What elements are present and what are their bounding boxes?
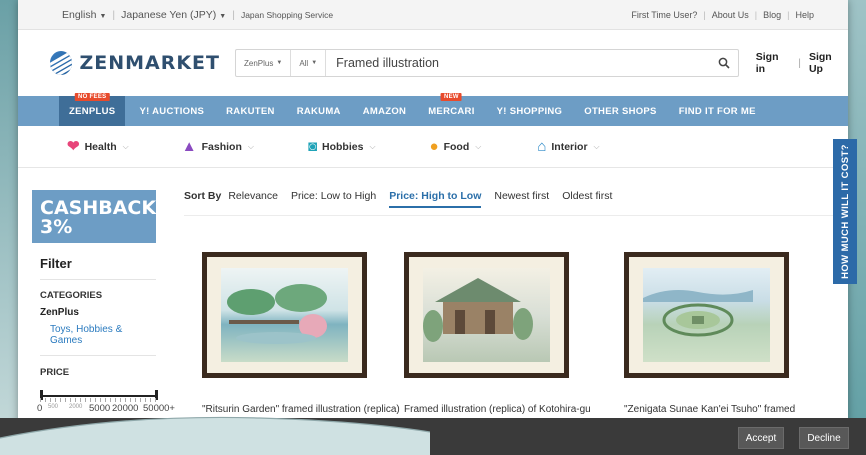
chevron-down-icon: ⌵ bbox=[369, 141, 376, 151]
new-badge: NEW bbox=[440, 93, 462, 101]
nav-rakuten[interactable]: RAKUTEN bbox=[226, 96, 275, 126]
top-links: First Time User? | About Us | Blog | Hel… bbox=[631, 9, 814, 20]
caret-down-icon: ▼ bbox=[219, 12, 227, 20]
category-interior[interactable]: ⌂ Interior ⌵ bbox=[537, 139, 599, 154]
product-image[interactable] bbox=[404, 252, 569, 378]
sort-bar: Sort By Relevance Price: Low to High Pri… bbox=[184, 190, 625, 216]
nav-zenplus[interactable]: NO FEES ZENPLUS bbox=[59, 93, 126, 126]
link-blog[interactable]: Blog bbox=[763, 10, 781, 20]
service-label: Japan Shopping Service bbox=[240, 9, 334, 20]
background-left bbox=[0, 0, 20, 455]
sign-in-link[interactable]: Sign in bbox=[756, 51, 790, 75]
divider bbox=[184, 215, 834, 216]
sort-relevance[interactable]: Relevance bbox=[228, 190, 278, 202]
chevron-down-icon: ⌵ bbox=[593, 141, 600, 151]
sort-oldest[interactable]: Oldest first bbox=[562, 190, 612, 202]
top-bar: English ▼ | Japanese Yen (JPY) ▼ | Japan S… bbox=[18, 0, 848, 30]
heart-icon: ❤ bbox=[67, 138, 80, 155]
header: ZENMARKET ZenPlus▼ All▼ Sign in | Sign U… bbox=[18, 30, 848, 96]
product-image[interactable] bbox=[624, 252, 789, 378]
nav-yahoo-shopping[interactable]: Y! SHOPPING bbox=[497, 96, 563, 126]
category-fashion[interactable]: ▲ Fashion ⌵ bbox=[182, 139, 254, 154]
filter-title: Filter bbox=[40, 256, 156, 280]
nav-find-it-for-me[interactable]: FIND IT FOR ME bbox=[679, 96, 756, 126]
sort-price-low-high[interactable]: Price: Low to High bbox=[291, 190, 376, 202]
product-card[interactable]: "Ritsurin Garden" framed illustration (r… bbox=[202, 252, 400, 415]
product-card[interactable]: Framed illustration (replica) of Kotohir… bbox=[404, 252, 591, 415]
caret-down-icon: ▼ bbox=[99, 12, 107, 20]
house-icon: ⌂ bbox=[537, 138, 547, 155]
nav-other-shops[interactable]: OTHER SHOPS bbox=[584, 96, 656, 126]
sort-newest[interactable]: Newest first bbox=[494, 190, 549, 202]
logo-text: ZENMARKET bbox=[79, 52, 220, 74]
price-label: PRICE bbox=[40, 367, 70, 378]
category-bar: ❤ Health ⌵ ▲ Fashion ⌵ ◙ Hobbies ⌵ ● Food ⌵ … bbox=[18, 126, 848, 168]
product-card[interactable]: "Zenigata Sunae Kan'ei Tsuho" framed bbox=[624, 252, 810, 415]
currency-selector[interactable]: Japanese Yen (JPY) ▼ bbox=[121, 9, 226, 21]
hat-icon: ▲ bbox=[181, 138, 197, 155]
logo[interactable]: ZENMARKET bbox=[50, 51, 220, 75]
page-curl bbox=[0, 416, 430, 455]
main-nav: NO FEES ZENPLUS Y! AUCTIONS RAKUTEN RAKU… bbox=[18, 93, 848, 126]
chevron-down-icon: ⌵ bbox=[122, 141, 129, 151]
product-image[interactable] bbox=[202, 252, 367, 378]
search-icon[interactable] bbox=[710, 57, 738, 69]
search-scope-dropdown[interactable]: ZenPlus ▼ bbox=[236, 50, 292, 76]
caret-down-icon: ▼ bbox=[276, 60, 283, 66]
page: English ▼ | Japanese Yen (JPY) ▼ | Japan S… bbox=[18, 0, 848, 455]
link-about-us[interactable]: About Us bbox=[712, 10, 749, 20]
category-link[interactable]: Toys, Hobbies & Games bbox=[50, 324, 156, 346]
nav-amazon[interactable]: AMAZON bbox=[363, 96, 407, 126]
camera-icon: ◙ bbox=[307, 138, 318, 155]
divider bbox=[40, 355, 156, 356]
search-category-dropdown[interactable]: All ▼ bbox=[291, 50, 327, 76]
nav-yahoo-auctions[interactable]: Y! AUCTIONS bbox=[139, 96, 204, 126]
link-first-time-user[interactable]: First Time User? bbox=[631, 10, 697, 20]
search-bar: ZenPlus ▼ All ▼ bbox=[235, 49, 739, 77]
search-input[interactable] bbox=[326, 56, 710, 70]
sort-label: Sort By bbox=[184, 190, 222, 202]
logo-icon bbox=[50, 51, 73, 75]
category-hobbies[interactable]: ◙ Hobbies ⌵ bbox=[308, 139, 376, 154]
sign-up-link[interactable]: Sign Up bbox=[809, 51, 848, 75]
category-health[interactable]: ❤ Health ⌵ bbox=[67, 139, 129, 154]
chevron-down-icon: ⌵ bbox=[475, 141, 482, 151]
food-icon: ● bbox=[429, 138, 439, 155]
language-selector[interactable]: English ▼ bbox=[62, 9, 106, 21]
product-title[interactable]: "Zenigata Sunae Kan'ei Tsuho" framed bbox=[624, 404, 810, 415]
category-group[interactable]: ZenPlus bbox=[40, 307, 156, 318]
auth-links: Sign in | Sign Up bbox=[756, 51, 848, 75]
slider-track bbox=[40, 395, 158, 397]
caret-down-icon: ▼ bbox=[311, 60, 318, 66]
cashback-banner[interactable]: CASHBACK 3% bbox=[32, 190, 156, 243]
categories-label: CATEGORIES bbox=[40, 290, 103, 301]
link-help[interactable]: Help bbox=[795, 10, 814, 20]
nav-mercari[interactable]: NEW MERCARI bbox=[428, 93, 474, 126]
chevron-down-icon: ⌵ bbox=[247, 141, 254, 151]
accept-button[interactable]: Accept bbox=[738, 427, 784, 449]
decline-button[interactable]: Decline bbox=[799, 427, 849, 449]
slider-ticks bbox=[40, 398, 158, 402]
no-fees-badge: NO FEES bbox=[74, 93, 110, 101]
sidebar: CASHBACK 3% Filter CATEGORIES ZenPlus To… bbox=[32, 190, 175, 416]
category-food[interactable]: ● Food ⌵ bbox=[430, 139, 482, 154]
cost-calculator-tab[interactable]: HOW MUCH WILL IT COST? bbox=[833, 139, 857, 284]
product-title[interactable]: Framed illustration (replica) of Kotohir… bbox=[404, 404, 591, 415]
nav-rakuma[interactable]: RAKUMA bbox=[297, 96, 341, 126]
sort-price-high-low[interactable]: Price: High to Low bbox=[389, 190, 482, 208]
